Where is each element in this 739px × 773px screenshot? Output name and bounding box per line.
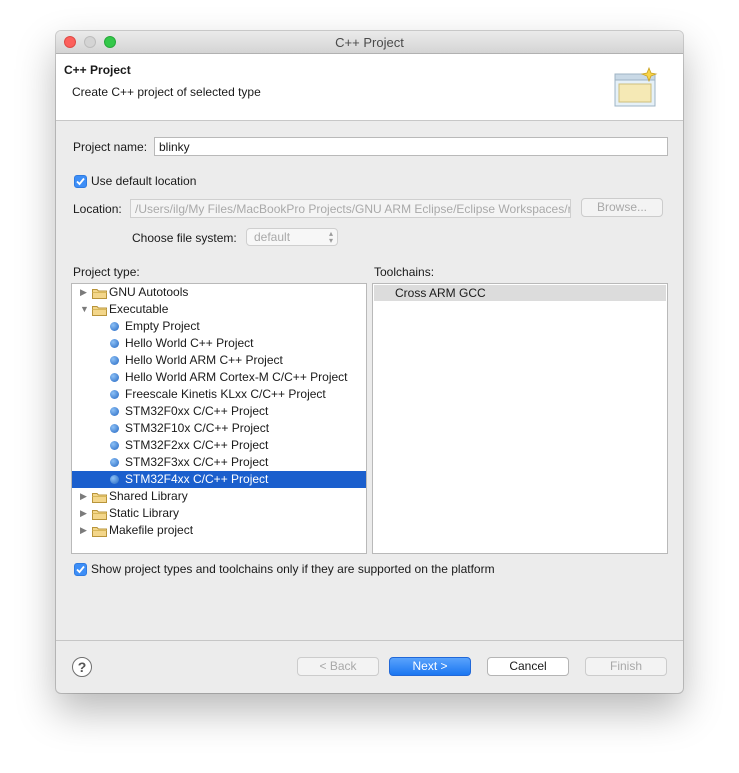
- show-supported-only-label: Show project types and toolchains only i…: [91, 562, 495, 576]
- location-label: Location:: [73, 202, 122, 216]
- footer-divider: [56, 640, 683, 641]
- project-template-icon: [110, 390, 119, 399]
- tree-item-label: STM32F4xx C/C++ Project: [125, 472, 269, 486]
- help-button[interactable]: ?: [72, 657, 92, 677]
- tree-folder-item[interactable]: ▶ Static Library: [72, 505, 366, 522]
- project-name-input[interactable]: blinky: [154, 137, 668, 156]
- toolchain-item-label: Cross ARM GCC: [395, 286, 486, 300]
- folder-icon: [92, 304, 107, 316]
- tree-item-label: Static Library: [109, 506, 180, 520]
- file-system-select[interactable]: default ▴ ▾: [246, 228, 338, 246]
- project-template-icon: [110, 424, 119, 433]
- page-description: Create C++ project of selected type: [72, 85, 261, 99]
- tree-list-item[interactable]: Hello World ARM Cortex-M C/C++ Project: [72, 369, 366, 386]
- checkmark-icon: [76, 177, 85, 186]
- tree-list-item[interactable]: STM32F3xx C/C++ Project: [72, 454, 366, 471]
- tree-item-label: GNU Autotools: [109, 285, 189, 299]
- folder-icon: [92, 525, 107, 537]
- checkmark-icon: [76, 565, 85, 574]
- browse-button[interactable]: Browse...: [581, 198, 663, 217]
- folder-icon: [92, 287, 107, 299]
- next-button[interactable]: Next >: [389, 657, 471, 676]
- tree-folder-item[interactable]: ▼ Executable: [72, 301, 366, 318]
- project-template-icon: [110, 373, 119, 382]
- tree-list-item[interactable]: Freescale Kinetis KLxx C/C++ Project: [72, 386, 366, 403]
- tree-list-item[interactable]: Empty Project: [72, 318, 366, 335]
- tree-item-label: STM32F2xx C/C++ Project: [125, 438, 269, 452]
- new-project-wizard-icon: [614, 66, 658, 107]
- page-title: C++ Project: [64, 63, 131, 77]
- tree-item-label: Empty Project: [125, 319, 200, 333]
- tree-folder-item[interactable]: ▶ Shared Library: [72, 488, 366, 505]
- project-template-icon: [110, 475, 119, 484]
- select-arrows-icon: ▴ ▾: [328, 229, 333, 245]
- tree-item-label: Freescale Kinetis KLxx C/C++ Project: [125, 387, 326, 401]
- project-template-icon: [110, 441, 119, 450]
- tree-list-item[interactable]: STM32F4xx C/C++ Project: [72, 471, 366, 488]
- folder-icon: [92, 508, 107, 520]
- tree-item-label: Shared Library: [109, 489, 188, 503]
- project-template-icon: [110, 458, 119, 467]
- project-template-icon: [110, 322, 119, 331]
- tree-list-item[interactable]: Hello World C++ Project: [72, 335, 366, 352]
- tree-item-label: STM32F3xx C/C++ Project: [125, 455, 269, 469]
- project-name-label: Project name:: [73, 140, 148, 154]
- tree-folder-item[interactable]: ▶ GNU Autotools: [72, 284, 366, 301]
- window-title: C++ Project: [335, 35, 404, 50]
- tree-item-label: Hello World ARM Cortex-M C/C++ Project: [125, 370, 348, 384]
- use-default-location-checkbox[interactable]: [74, 175, 87, 188]
- tree-item-label: STM32F0xx C/C++ Project: [125, 404, 269, 418]
- tree-list-item[interactable]: STM32F2xx C/C++ Project: [72, 437, 366, 454]
- wizard-header: C++ Project Create C++ project of select…: [56, 54, 683, 121]
- tree-item-label: Makefile project: [109, 523, 194, 537]
- project-template-icon: [110, 407, 119, 416]
- tree-item-label: Hello World C++ Project: [125, 336, 254, 350]
- project-type-label: Project type:: [73, 265, 140, 279]
- dialog-window: C++ Project C++ Project Create C++ proje…: [56, 31, 683, 693]
- tree-item-label: Hello World ARM C++ Project: [125, 353, 283, 367]
- project-template-icon: [110, 339, 119, 348]
- collapsed-arrow-icon[interactable]: ▶: [80, 505, 87, 522]
- use-default-location-label: Use default location: [91, 174, 197, 188]
- tree-item-label: Executable: [109, 302, 169, 316]
- toolchains-list[interactable]: Cross ARM GCC: [372, 283, 668, 554]
- show-supported-only-checkbox[interactable]: [74, 563, 87, 576]
- collapsed-arrow-icon[interactable]: ▶: [80, 522, 87, 539]
- collapsed-arrow-icon[interactable]: ▶: [80, 284, 87, 301]
- project-type-tree[interactable]: ▶ GNU Autotools ▼ Executable Empty Project He…: [71, 283, 367, 554]
- finish-button[interactable]: Finish: [585, 657, 667, 676]
- tree-list-item[interactable]: STM32F10x C/C++ Project: [72, 420, 366, 437]
- tree-list-item[interactable]: STM32F0xx C/C++ Project: [72, 403, 366, 420]
- collapsed-arrow-icon[interactable]: ▶: [80, 488, 87, 505]
- cancel-button[interactable]: Cancel: [487, 657, 569, 676]
- folder-icon: [92, 491, 107, 503]
- tree-item-label: STM32F10x C/C++ Project: [125, 421, 270, 435]
- location-input[interactable]: /Users/ilg/My Files/MacBookPro Projects/…: [130, 199, 571, 218]
- file-system-value: default: [254, 230, 291, 244]
- toolchain-item-cross-arm-gcc[interactable]: Cross ARM GCC: [374, 285, 666, 301]
- tree-folder-item[interactable]: ▶ Makefile project: [72, 522, 366, 539]
- tree-list-item[interactable]: Hello World ARM C++ Project: [72, 352, 366, 369]
- expanded-arrow-icon[interactable]: ▼: [80, 301, 89, 318]
- toolchains-label: Toolchains:: [374, 265, 435, 279]
- title-bar[interactable]: C++ Project: [56, 31, 683, 54]
- file-system-label: Choose file system:: [132, 231, 237, 245]
- project-template-icon: [110, 356, 119, 365]
- back-button[interactable]: < Back: [297, 657, 379, 676]
